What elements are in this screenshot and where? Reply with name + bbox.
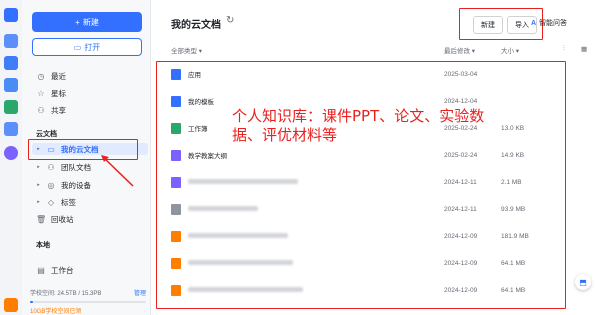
annotation-text: 个人知识库：课件PPT、论文、实验数据、评优材料等 [232, 107, 485, 144]
floating-help-button[interactable]: ⬒ [575, 274, 591, 290]
annotation-arrow [101, 155, 134, 187]
